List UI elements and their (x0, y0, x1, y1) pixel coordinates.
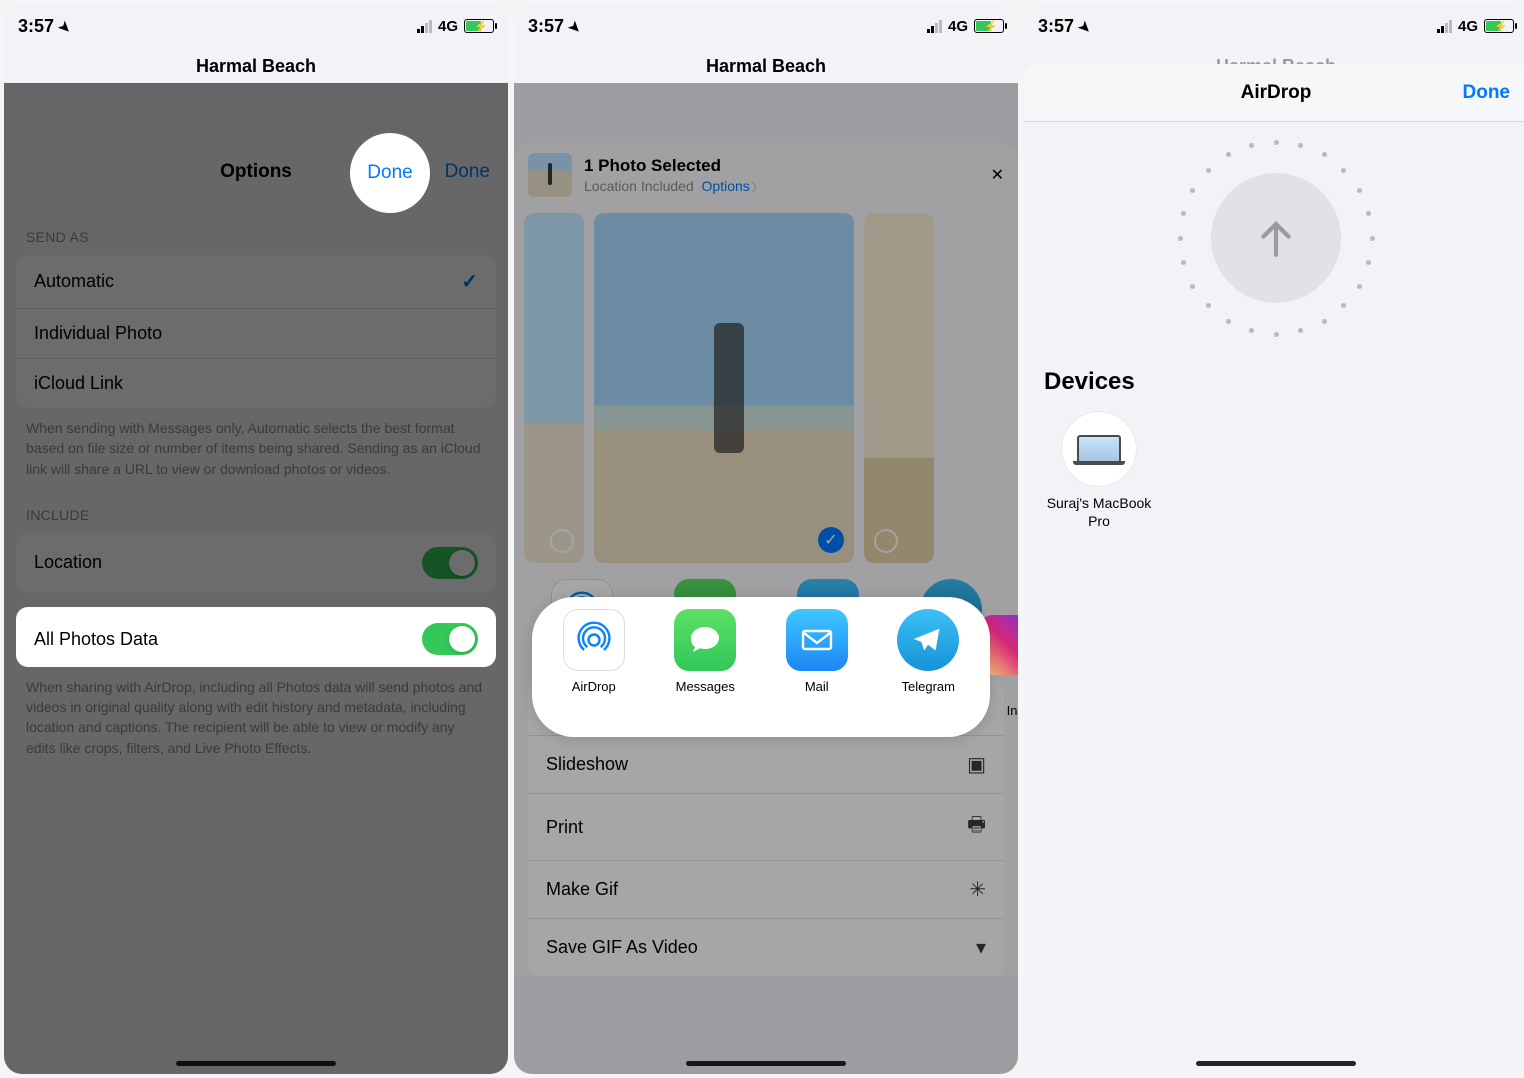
all-photos-highlight-label: All Photos Data (34, 629, 158, 650)
time-text: 3:57 (1038, 16, 1074, 36)
dim-overlay (4, 83, 508, 1074)
status-bar: 3:57 ➤ 4G ⚡ (4, 4, 508, 48)
mail-icon (786, 609, 848, 671)
device-icon-circle (1062, 412, 1136, 486)
devices-heading: Devices (1044, 368, 1508, 396)
battery-icon: ⚡ (464, 19, 494, 33)
network-label: 4G (1458, 18, 1478, 35)
airdrop-ring (1176, 138, 1376, 338)
sheet-header: AirDrop Done (1024, 64, 1524, 122)
app-label: Mail (805, 679, 829, 694)
network-label: 4G (438, 18, 458, 35)
airdrop-sheet: AirDrop Done Devices Suraj's MacBook Pro (1024, 64, 1524, 1074)
airdrop-dropzone (1044, 138, 1508, 338)
background-location-title: Harmal Beach (4, 48, 508, 83)
telegram-icon (897, 609, 959, 671)
messages-icon (674, 609, 736, 671)
macbook-icon (1077, 435, 1121, 463)
network-label: 4G (948, 18, 968, 35)
location-arrow-icon: ➤ (55, 17, 75, 37)
status-time: 3:57 ➤ (18, 16, 71, 37)
panel-options-sheet: 3:57 ➤ 4G ⚡ Harmal Beach Options Done SE… (4, 4, 508, 1074)
highlight-all-photos: All Photos Data (16, 607, 496, 667)
done-highlight-text[interactable]: Done (367, 162, 412, 184)
status-right: 4G ⚡ (927, 18, 1004, 35)
highlight-done: Done (350, 133, 430, 213)
home-indicator[interactable] (176, 1061, 336, 1066)
highlight-app-row: AirDrop Messages Mail (532, 597, 990, 737)
signal-icon (927, 20, 942, 33)
share-app-mail[interactable]: Mail (773, 609, 861, 694)
airdrop-title: AirDrop (1241, 82, 1312, 104)
app-label: AirDrop (572, 679, 616, 694)
status-right: 4G ⚡ (417, 18, 494, 35)
battery-icon: ⚡ (1484, 19, 1514, 33)
location-arrow-icon: ➤ (565, 17, 585, 37)
status-time: 3:57 ➤ (1038, 16, 1091, 37)
status-time: 3:57 ➤ (528, 16, 581, 37)
status-bar: 3:57 ➤ 4G ⚡ (514, 4, 1018, 48)
panel-airdrop: 3:57 ➤ 4G ⚡ Harmal Beach AirDrop Done De… (1024, 4, 1524, 1074)
instagram-label-partial: Ins (1007, 703, 1018, 718)
share-app-airdrop[interactable]: AirDrop (550, 609, 638, 694)
battery-icon: ⚡ (974, 19, 1004, 33)
airdrop-upload-icon (1211, 173, 1341, 303)
airdrop-body: Devices Suraj's MacBook Pro (1024, 122, 1524, 1074)
status-bar: 3:57 ➤ 4G ⚡ (1024, 4, 1524, 48)
time-text: 3:57 (18, 16, 54, 36)
home-indicator[interactable] (1196, 1061, 1356, 1066)
done-button[interactable]: Done (1463, 82, 1511, 104)
share-app-telegram[interactable]: Telegram (884, 609, 972, 694)
app-label: Telegram (902, 679, 955, 694)
signal-icon (1437, 20, 1452, 33)
time-text: 3:57 (528, 16, 564, 36)
airdrop-device[interactable]: Suraj's MacBook Pro (1044, 412, 1154, 530)
panel-share-sheet: 3:57 ➤ 4G ⚡ Harmal Beach 1 Photo Selecte… (514, 4, 1018, 1074)
app-label: Messages (676, 679, 735, 694)
share-app-messages[interactable]: Messages (661, 609, 749, 694)
location-arrow-icon: ➤ (1075, 17, 1095, 37)
signal-icon (417, 20, 432, 33)
airdrop-icon (563, 609, 625, 671)
home-indicator[interactable] (686, 1061, 846, 1066)
background-location-title: Harmal Beach (514, 48, 1018, 83)
dim-overlay (514, 83, 1018, 1074)
all-photos-highlight-toggle[interactable] (422, 623, 478, 655)
status-right: 4G ⚡ (1437, 18, 1514, 35)
device-label: Suraj's MacBook Pro (1044, 494, 1154, 530)
